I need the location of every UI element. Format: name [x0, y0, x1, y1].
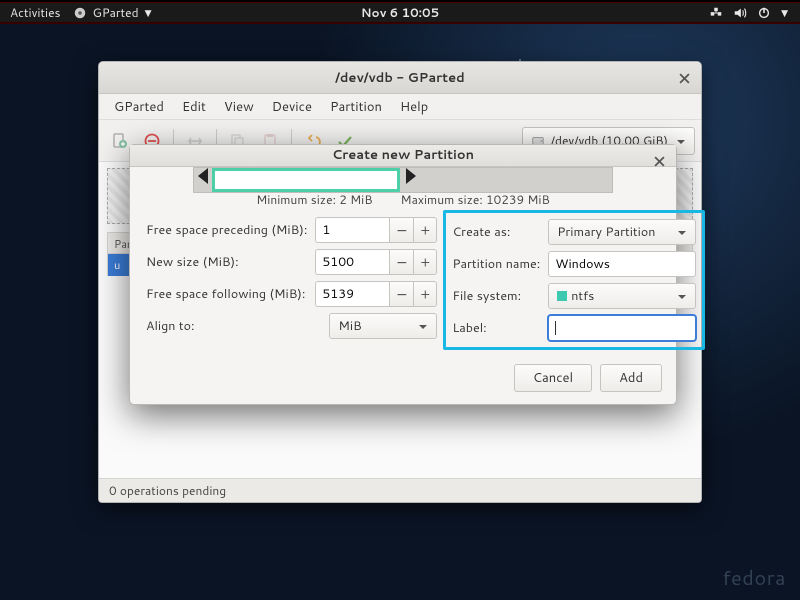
cancel-button[interactable]: Cancel [514, 364, 592, 392]
label-input[interactable] [548, 315, 696, 341]
max-size-label: Maximum size: 10239 MiB [401, 191, 550, 208]
create-partition-dialog: Create new Partition Minimum size: 2 MiB… [129, 144, 677, 405]
free-following-input[interactable] [315, 281, 389, 307]
free-preceding-spin: − + [315, 217, 437, 243]
dialog-titlebar[interactable]: Create new Partition [130, 145, 676, 167]
partition-size-slider[interactable] [130, 167, 676, 193]
create-as-combo[interactable]: Primary Partition [548, 219, 696, 245]
window-title: /dev/vdb - GParted [335, 69, 465, 87]
menubar: GParted Edit View Device Partition Help [99, 94, 701, 120]
app-menu[interactable]: GParted ▼ [73, 4, 152, 21]
fedora-watermark: fedora [723, 564, 786, 592]
chevron-down-icon: ▼ [145, 6, 152, 19]
partition-name-label: Partition name: [452, 255, 540, 273]
add-button[interactable]: Add [600, 364, 662, 392]
dialog-title: Create new Partition [332, 146, 474, 164]
new-size-incr[interactable]: + [413, 249, 437, 275]
chevron-down-icon: ▼ [781, 6, 788, 19]
text-cursor [555, 321, 556, 335]
document-new-icon [111, 132, 129, 150]
free-preceding-input[interactable] [315, 217, 389, 243]
menu-gparted[interactable]: GParted [107, 95, 171, 119]
free-preceding-label: Free space preceding (MiB): [146, 221, 307, 239]
system-tray[interactable]: ▼ [709, 6, 800, 20]
status-text: 0 operations pending [109, 482, 226, 499]
new-size-decr[interactable]: − [389, 249, 413, 275]
network-icon [709, 6, 723, 20]
free-following-spin: − + [315, 281, 437, 307]
menu-partition[interactable]: Partition [323, 95, 389, 119]
free-preceding-incr[interactable]: + [413, 217, 437, 243]
label-label: Label: [452, 319, 486, 337]
partition-name-input[interactable] [548, 251, 696, 277]
activities-button[interactable]: Activities [10, 4, 61, 21]
align-to-value: MiB [338, 317, 361, 335]
slider-handle-left-icon[interactable] [198, 168, 208, 184]
clock[interactable]: Nov 6 10:05 [361, 4, 439, 21]
gparted-icon [73, 6, 87, 20]
slider-new-partition-segment[interactable] [212, 168, 400, 192]
file-system-value: ntfs [571, 287, 594, 305]
align-to-combo[interactable]: MiB [329, 313, 437, 339]
min-size-label: Minimum size: 2 MiB [256, 191, 372, 208]
menu-edit[interactable]: Edit [175, 95, 213, 119]
menu-view[interactable]: View [217, 95, 261, 119]
new-size-spin: − + [315, 249, 437, 275]
window-close-button[interactable] [675, 69, 693, 87]
volume-icon [733, 6, 747, 20]
fs-color-swatch [557, 291, 567, 301]
app-menu-label: GParted [93, 4, 139, 21]
power-icon [757, 6, 771, 20]
close-icon [679, 73, 690, 84]
close-icon [654, 156, 665, 167]
free-following-incr[interactable]: + [413, 281, 437, 307]
create-as-label: Create as: [452, 223, 510, 241]
file-system-label: File system: [452, 287, 521, 305]
file-system-combo[interactable]: ntfs [548, 283, 696, 309]
new-size-label: New size (MiB): [146, 253, 239, 271]
free-following-label: Free space following (MiB): [146, 285, 305, 303]
slider-handle-right-icon[interactable] [406, 168, 416, 184]
window-titlebar[interactable]: /dev/vdb - GParted [99, 62, 701, 94]
align-to-label: Align to: [146, 317, 194, 335]
free-preceding-decr[interactable]: − [389, 217, 413, 243]
free-following-decr[interactable]: − [389, 281, 413, 307]
new-size-input[interactable] [315, 249, 389, 275]
status-bar: 0 operations pending [99, 478, 701, 502]
menu-help[interactable]: Help [393, 95, 435, 119]
create-as-value: Primary Partition [557, 223, 655, 241]
gnome-top-bar: Activities GParted ▼ Nov 6 10:05 ▼ [0, 0, 800, 24]
menu-device[interactable]: Device [265, 95, 319, 119]
